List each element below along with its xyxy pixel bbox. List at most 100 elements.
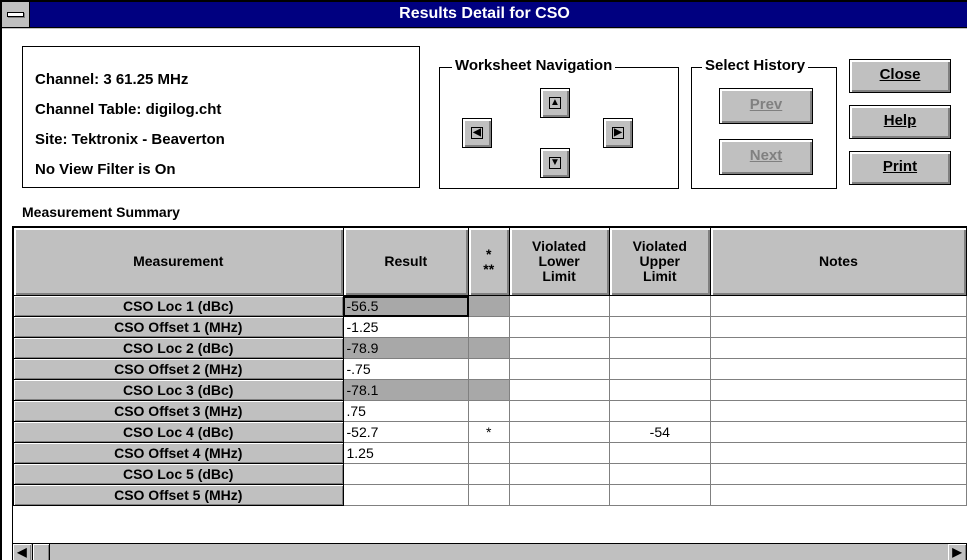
notes-cell[interactable]: [709, 484, 967, 506]
header-violated-lower[interactable]: Violated Lower Limit: [508, 227, 610, 296]
row-label[interactable]: CSO Offset 4 (MHz): [13, 442, 344, 464]
lower-limit-cell[interactable]: [508, 316, 610, 338]
header-flag-line1: *: [486, 245, 492, 262]
upper-limit-cell[interactable]: [608, 379, 711, 401]
row-label[interactable]: CSO Loc 2 (dBc): [13, 337, 344, 359]
close-button[interactable]: Close: [849, 59, 951, 93]
table-row[interactable]: CSO Offset 2 (MHz) -.75: [13, 358, 967, 380]
lower-limit-cell[interactable]: [508, 463, 610, 485]
table-row[interactable]: CSO Offset 3 (MHz) .75: [13, 400, 967, 422]
row-label[interactable]: CSO Loc 1 (dBc): [13, 295, 344, 317]
scroll-left-button[interactable]: ◀: [13, 544, 31, 560]
arrow-left-icon: ◀: [471, 127, 483, 139]
notes-cell[interactable]: [709, 400, 967, 422]
result-cell[interactable]: -.75: [342, 358, 470, 380]
nav-up-button[interactable]: ▲: [540, 88, 570, 118]
flag-cell[interactable]: [468, 379, 510, 401]
lower-limit-cell[interactable]: [508, 295, 610, 317]
notes-cell[interactable]: [709, 442, 967, 464]
row-label[interactable]: CSO Offset 1 (MHz): [13, 316, 344, 338]
upper-limit-cell[interactable]: [608, 337, 711, 359]
header-violated-upper[interactable]: Violated Upper Limit: [608, 227, 711, 296]
scroll-right-icon: ▶: [952, 545, 962, 559]
flag-cell[interactable]: [468, 400, 510, 422]
table-row[interactable]: CSO Loc 1 (dBc) -56.5: [13, 295, 967, 317]
header-result[interactable]: Result: [342, 227, 470, 296]
upper-limit-cell[interactable]: [608, 316, 711, 338]
table-row[interactable]: CSO Loc 2 (dBc) -78.9: [13, 337, 967, 359]
result-cell[interactable]: [342, 463, 470, 485]
horizontal-scrollbar[interactable]: ◀ ▶: [12, 543, 967, 560]
row-label[interactable]: CSO Loc 5 (dBc): [13, 463, 344, 485]
upper-limit-cell[interactable]: [608, 400, 711, 422]
result-cell[interactable]: -52.7: [342, 421, 470, 443]
result-cell[interactable]: .75: [342, 400, 470, 422]
notes-cell[interactable]: [709, 337, 967, 359]
result-cell[interactable]: -1.25: [342, 316, 470, 338]
header-result-label: Result: [384, 253, 428, 269]
notes-cell[interactable]: [709, 295, 967, 317]
flag-cell[interactable]: [468, 295, 510, 317]
table-header-row: Measurement Result * ** Violated Lower Limi…: [13, 227, 967, 296]
table-row[interactable]: CSO Offset 4 (MHz) 1.25: [13, 442, 967, 464]
print-button[interactable]: Print: [849, 151, 951, 185]
help-button-label: Help: [883, 112, 917, 129]
notes-cell[interactable]: [709, 316, 967, 338]
row-label[interactable]: CSO Offset 2 (MHz): [13, 358, 344, 380]
flag-cell[interactable]: [468, 358, 510, 380]
table-row[interactable]: CSO Loc 3 (dBc) -78.1: [13, 379, 967, 401]
upper-limit-cell[interactable]: [608, 442, 711, 464]
lower-limit-cell[interactable]: [508, 379, 610, 401]
lower-limit-cell[interactable]: [508, 400, 610, 422]
result-cell[interactable]: -78.1: [342, 379, 470, 401]
prev-button-label: Prev: [749, 96, 783, 113]
lower-limit-cell[interactable]: [508, 484, 610, 506]
result-cell[interactable]: 1.25: [342, 442, 470, 464]
next-button-label: Next: [749, 147, 783, 164]
row-label[interactable]: CSO Loc 4 (dBc): [13, 421, 344, 443]
flag-cell[interactable]: [468, 337, 510, 359]
flag-cell[interactable]: [468, 463, 510, 485]
table-row[interactable]: CSO Offset 1 (MHz) -1.25: [13, 316, 967, 338]
nav-left-button[interactable]: ◀: [462, 118, 492, 148]
header-flag[interactable]: * **: [468, 227, 510, 296]
row-label[interactable]: CSO Offset 5 (MHz): [13, 484, 344, 506]
table-row[interactable]: CSO Offset 5 (MHz): [13, 484, 967, 506]
notes-cell[interactable]: [709, 358, 967, 380]
upper-limit-cell[interactable]: [608, 463, 711, 485]
upper-limit-cell[interactable]: [608, 358, 711, 380]
table-row[interactable]: CSO Loc 5 (dBc): [13, 463, 967, 485]
result-cell[interactable]: -56.5: [342, 295, 470, 317]
flag-cell[interactable]: [468, 442, 510, 464]
result-cell[interactable]: [342, 484, 470, 506]
upper-limit-cell[interactable]: [608, 484, 711, 506]
row-label[interactable]: CSO Loc 3 (dBc): [13, 379, 344, 401]
notes-cell[interactable]: [709, 379, 967, 401]
upper-limit-cell[interactable]: -54: [608, 421, 711, 443]
measurement-summary-label: Measurement Summary: [22, 204, 180, 220]
row-label[interactable]: CSO Offset 3 (MHz): [13, 400, 344, 422]
nav-right-button[interactable]: ▶: [603, 118, 633, 148]
notes-cell[interactable]: [709, 421, 967, 443]
header-notes[interactable]: Notes: [709, 227, 967, 296]
header-measurement[interactable]: Measurement: [13, 227, 344, 296]
nav-down-button[interactable]: ▼: [540, 148, 570, 178]
scroll-thumb[interactable]: [32, 544, 50, 560]
result-cell[interactable]: -78.9: [342, 337, 470, 359]
prev-button[interactable]: Prev: [719, 88, 813, 124]
table-row[interactable]: CSO Loc 4 (dBc) -52.7 * -54: [13, 421, 967, 443]
help-button[interactable]: Help: [849, 105, 951, 139]
upper-limit-cell[interactable]: [608, 295, 711, 317]
lower-limit-cell[interactable]: [508, 337, 610, 359]
measurement-grid[interactable]: Measurement Result * ** Violated Lower Limi…: [12, 226, 967, 543]
flag-cell[interactable]: [468, 316, 510, 338]
next-button[interactable]: Next: [719, 139, 813, 175]
notes-cell[interactable]: [709, 463, 967, 485]
lower-limit-cell[interactable]: [508, 421, 610, 443]
flag-cell[interactable]: [468, 484, 510, 506]
scroll-right-button[interactable]: ▶: [948, 544, 966, 560]
flag-cell[interactable]: *: [468, 421, 510, 443]
arrow-up-icon: ▲: [549, 97, 561, 109]
lower-limit-cell[interactable]: [508, 358, 610, 380]
lower-limit-cell[interactable]: [508, 442, 610, 464]
